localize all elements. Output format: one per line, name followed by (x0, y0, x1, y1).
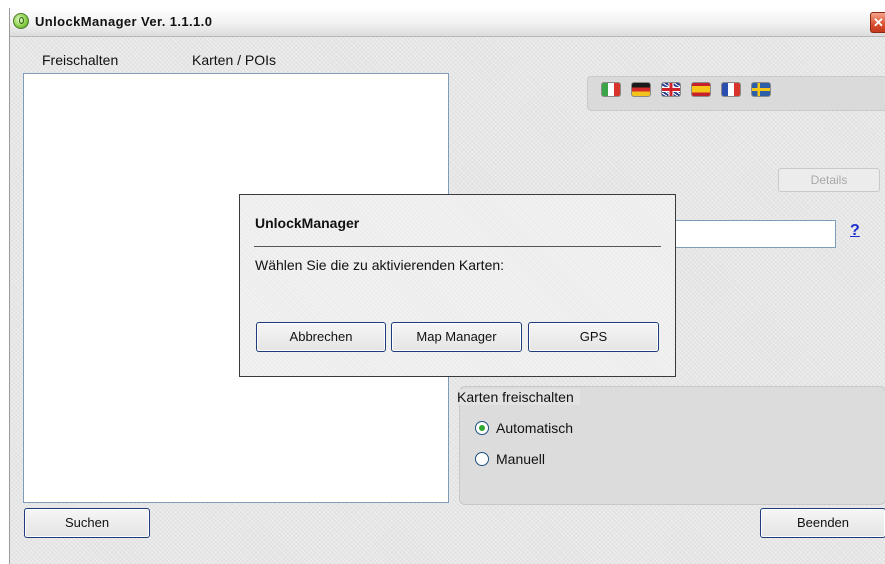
flag-swedish-icon[interactable] (751, 82, 771, 97)
language-panel (587, 76, 885, 111)
flag-italian-icon[interactable] (601, 82, 621, 97)
search-button[interactable]: Suchen (24, 508, 150, 538)
column-header-unlock[interactable]: Freischalten (42, 52, 118, 68)
radio-manual-label[interactable]: Manuell (496, 451, 545, 467)
map-manager-button[interactable]: Map Manager (391, 322, 522, 352)
flag-spanish-icon[interactable] (691, 82, 711, 97)
help-link[interactable]: ? (850, 222, 860, 240)
unlock-code-input[interactable] (666, 220, 836, 248)
radio-automatic-label[interactable]: Automatisch (496, 420, 573, 436)
title-bar[interactable]: UnlockManager Ver. 1.1.1.0 ✕ (10, 8, 885, 37)
radio-manual-button[interactable] (475, 452, 489, 466)
select-maps-dialog: UnlockManager Wählen Sie die zu aktivier… (239, 194, 676, 377)
details-button[interactable]: Details (778, 168, 880, 192)
cancel-button[interactable]: Abbrechen (256, 322, 386, 352)
window-title: UnlockManager Ver. 1.1.1.0 (35, 14, 213, 29)
flag-french-icon[interactable] (721, 82, 741, 97)
gps-button[interactable]: GPS (528, 322, 659, 352)
unlock-maps-group-title: Karten freischalten (457, 389, 580, 405)
flag-german-icon[interactable] (631, 82, 651, 97)
radio-automatic-button[interactable] (475, 421, 489, 435)
dialog-divider (254, 246, 661, 247)
dialog-message: Wählen Sie die zu aktivierenden Karten: (255, 257, 505, 273)
close-button[interactable]: ✕ (870, 12, 885, 33)
app-icon (13, 13, 29, 29)
flag-english-icon[interactable] (661, 82, 681, 97)
exit-button[interactable]: Beenden (760, 508, 885, 538)
main-window: UnlockManager Ver. 1.1.1.0 ✕ Freischalte… (9, 8, 885, 564)
dialog-title: UnlockManager (255, 215, 360, 231)
column-header-maps-pois[interactable]: Karten / POIs (192, 52, 276, 68)
